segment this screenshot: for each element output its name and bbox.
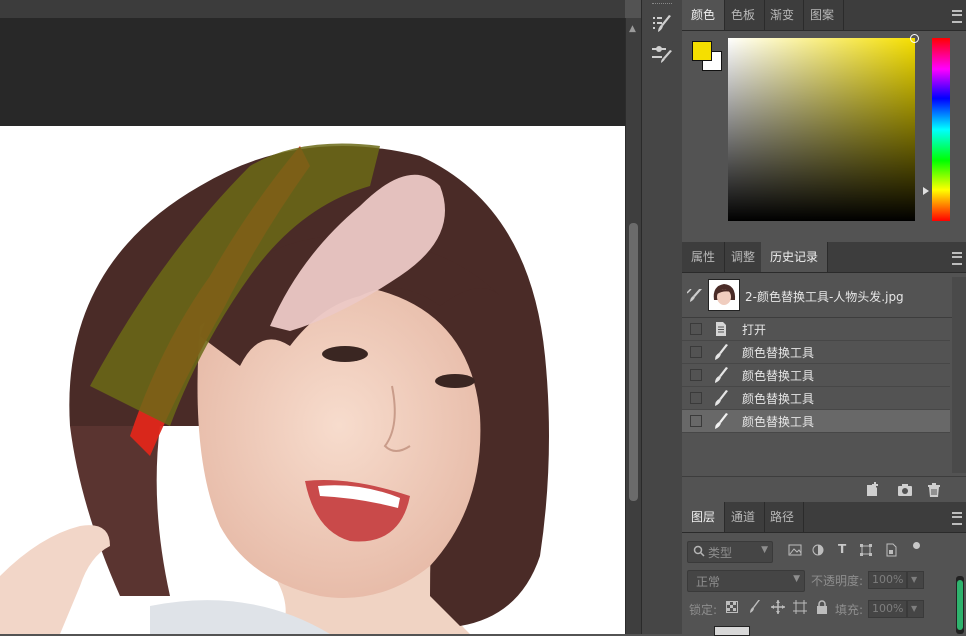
blend-mode-select[interactable]: 正常 ▼ [687,570,805,592]
scroll-up-icon[interactable]: ▲ [629,24,636,34]
document-window [0,0,625,634]
strip-grip[interactable] [652,3,672,7]
brush-icon [713,390,729,406]
canvas-vertical-scrollbar[interactable]: ▲ [625,18,641,634]
history-snapshot[interactable]: 2-颜色替换工具-人物头发.jpg [682,277,952,318]
tab-swatches[interactable]: 色板 [722,0,766,30]
brush-presets-icon[interactable] [646,40,678,68]
history-entry-label: 打开 [742,323,767,337]
brush-settings-icon[interactable] [646,10,678,38]
history-entry-label: 颜色替换工具 [742,415,815,429]
opacity-input[interactable]: 100% [868,571,907,589]
snapshot-label: 2-颜色替换工具-人物头发.jpg [745,290,904,304]
fill-label: 填充: [835,603,864,617]
foreground-color-swatch[interactable] [692,41,712,61]
brush-icon [713,413,729,429]
tab-properties[interactable]: 属性 [682,242,726,272]
opacity-dropdown-icon[interactable]: ▼ [907,571,924,589]
tab-layers[interactable]: 图层 [682,502,726,532]
history-entry[interactable]: 颜色替换工具 [682,387,950,410]
history-source-checkbox[interactable] [690,346,702,358]
blend-mode-value: 正常 [696,575,721,589]
lock-label: 锁定: [689,603,718,617]
filter-shape-layer-icon[interactable] [860,544,872,556]
history-source-checkbox[interactable] [690,369,702,381]
layers-scrollbar-thumb[interactable] [957,580,963,630]
panel-menu-icon[interactable] [952,10,962,23]
fill-input[interactable]: 100% [868,600,907,618]
tab-color[interactable]: 颜色 [682,0,726,30]
panel-icon-strip [641,0,683,634]
hue-slider[interactable] [932,38,950,221]
right-panel-dock: 颜色 色板 渐变 图案 属性 调整 历史记录 2-颜色替换工具-人物头发.jpg… [682,0,966,636]
tab-adjustments[interactable]: 调整 [722,242,766,272]
pasteboard [0,18,625,126]
history-scrollbar[interactable] [952,277,966,473]
document-icon [713,321,729,337]
brush-icon [713,367,729,383]
color-field[interactable] [728,38,915,221]
scrollbar-thumb[interactable] [629,223,638,501]
filter-label: 类型 [708,546,733,560]
snapshot-thumbnail [708,279,740,311]
filter-toggle-icon[interactable] [913,542,920,549]
history-panel-tabbar: 属性 调整 历史记录 [682,242,966,273]
layer-filter-select[interactable]: 类型 ▼ [687,541,773,563]
lock-image-pixels-icon[interactable] [749,600,761,614]
chevron-down-icon: ▼ [761,545,768,555]
history-entry-label: 颜色替换工具 [742,369,815,383]
tab-history[interactable]: 历史记录 [761,242,829,272]
color-field-marker[interactable] [910,34,919,43]
document-tab-bar [0,0,625,18]
history-entry-label: 颜色替换工具 [742,392,815,406]
fill-dropdown-icon[interactable]: ▼ [907,600,924,618]
history-source-checkbox[interactable] [690,415,702,427]
history-entry-selected[interactable]: 颜色替换工具 [682,410,950,433]
chevron-down-icon: ▼ [793,574,800,584]
lock-transparent-pixels-icon[interactable] [726,601,738,613]
history-entry[interactable]: 颜色替换工具 [682,364,950,387]
camera-icon[interactable] [897,482,913,498]
layers-panel-tabbar: 图层 通道 路径 [682,502,966,533]
history-source-checkbox[interactable] [690,323,702,335]
new-document-from-state-icon[interactable] [865,482,881,498]
history-entry-label: 颜色替换工具 [742,346,815,360]
layers-scrollbar[interactable] [956,576,964,634]
filter-type-layer-icon[interactable]: T [838,542,846,556]
tab-gradients[interactable]: 渐变 [761,0,805,30]
lock-all-icon[interactable] [816,600,828,614]
image-canvas[interactable] [0,126,625,634]
trash-icon[interactable] [926,482,942,498]
filter-smart-object-icon[interactable] [885,543,897,557]
tab-patterns[interactable]: 图案 [801,0,845,30]
layer-thumbnail[interactable] [714,626,750,636]
search-icon [693,545,705,557]
panel-menu-icon[interactable] [952,252,962,265]
color-panel-tabbar: 颜色 色板 渐变 图案 [682,0,966,31]
tab-channels[interactable]: 通道 [722,502,766,532]
opacity-label: 不透明度: [811,574,864,588]
history-source-checkbox[interactable] [690,392,702,404]
history-entry[interactable]: 打开 [682,318,950,341]
filter-pixel-layer-icon[interactable] [788,544,802,556]
hue-slider-marker[interactable] [923,187,929,195]
lock-position-icon[interactable] [771,600,785,614]
history-entry[interactable]: 颜色替换工具 [682,341,950,364]
history-brush-source-icon[interactable] [687,289,703,303]
panel-menu-icon[interactable] [952,512,962,525]
portrait-image [0,143,549,634]
history-footer [682,476,966,503]
filter-adjustment-layer-icon[interactable] [812,544,824,556]
lock-artboard-icon[interactable] [793,600,807,614]
brush-icon [713,344,729,360]
tab-paths[interactable]: 路径 [761,502,805,532]
